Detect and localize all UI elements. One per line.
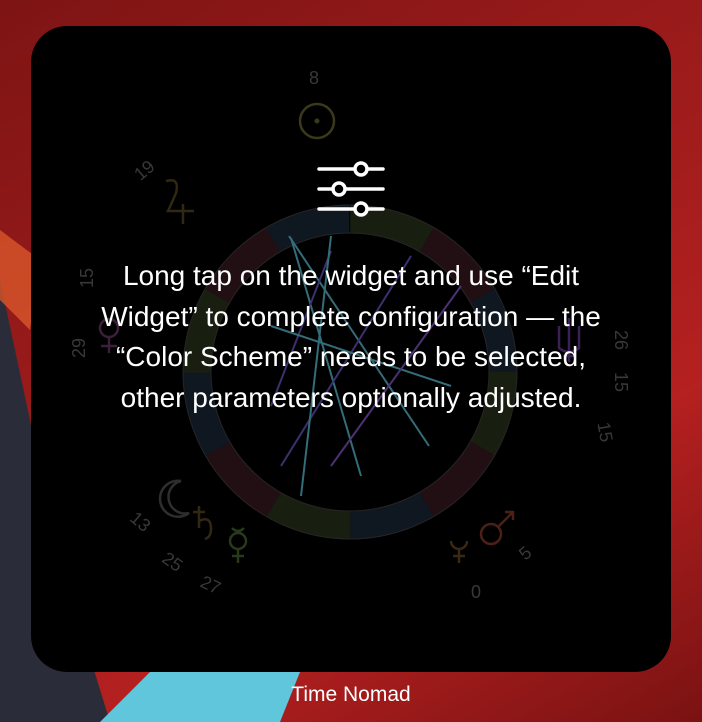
degree-number: 0 (471, 582, 481, 602)
degree-number: 13 (126, 508, 154, 536)
degree-number: 8 (309, 68, 319, 88)
pluto-glyph (449, 540, 469, 563)
moon-glyph (158, 479, 190, 518)
degree-number: 5 (515, 542, 536, 564)
degree-number: 15 (593, 420, 616, 443)
jupiter-glyph (165, 179, 194, 224)
degree-number: 29 (69, 338, 89, 358)
degree-number: 19 (130, 156, 158, 184)
degree-number: 26 (611, 330, 631, 350)
mars-glyph (479, 510, 515, 546)
degree-number: 27 (197, 572, 224, 599)
degree-number: 15 (611, 372, 631, 392)
time-nomad-widget[interactable]: 8 19 15 29 13 25 27 26 15 15 5 0 Long ta… (31, 26, 671, 672)
sliders-icon (317, 161, 385, 217)
saturn-glyph (193, 506, 213, 541)
degree-number: 25 (158, 548, 186, 576)
app-name-label: Time Nomad (291, 683, 411, 706)
mercury-glyph (228, 527, 248, 563)
configuration-message: Long tap on the widget and use “Edit Wid… (101, 260, 601, 413)
